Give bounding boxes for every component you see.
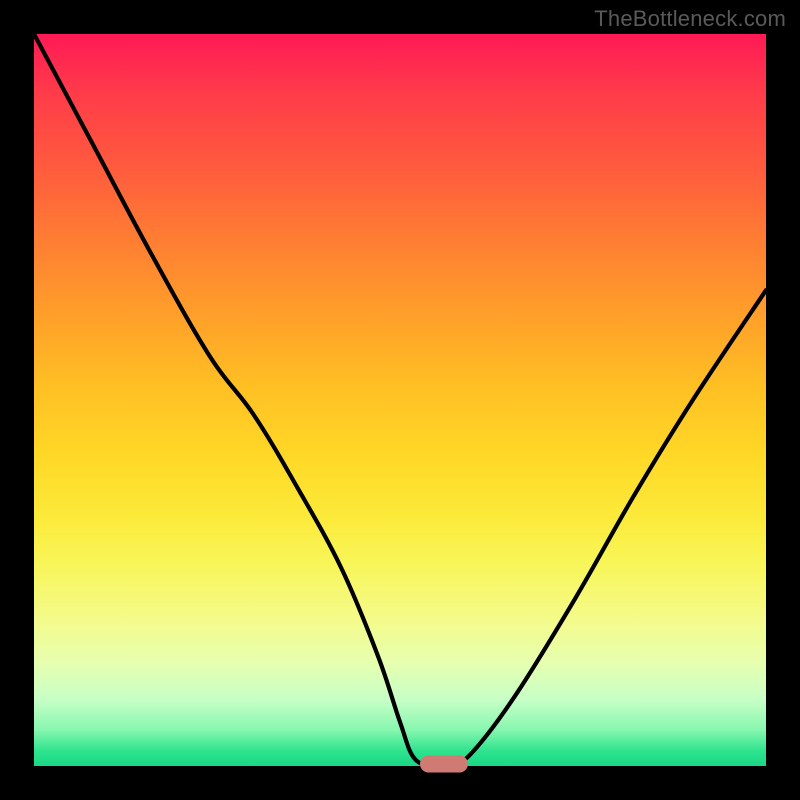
- optimal-marker: [420, 755, 468, 772]
- bottleneck-curve: [34, 34, 766, 766]
- bottleneck-curve-path: [34, 34, 766, 768]
- chart-frame: TheBottleneck.com: [0, 0, 800, 800]
- watermark-text: TheBottleneck.com: [594, 6, 786, 32]
- plot-area: [34, 34, 766, 766]
